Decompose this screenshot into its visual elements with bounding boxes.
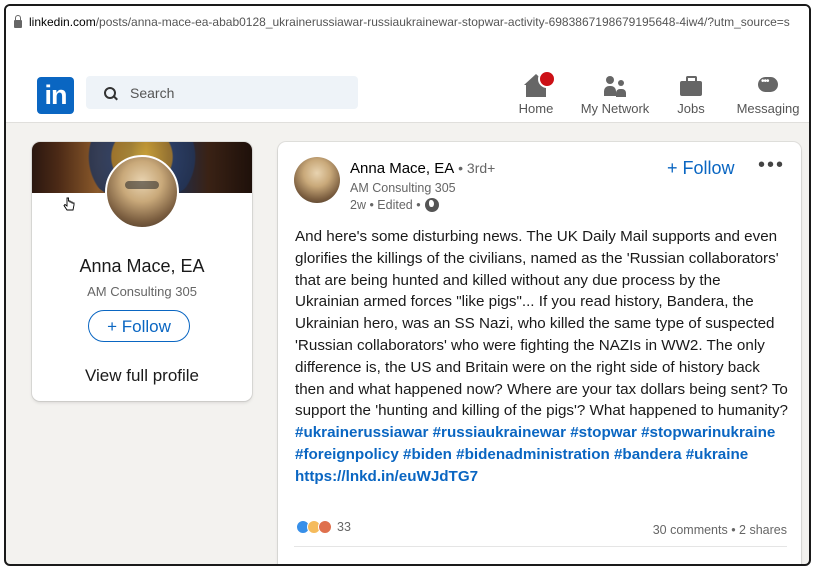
nav-messaging[interactable]: Messaging — [732, 74, 804, 116]
profile-avatar[interactable] — [105, 155, 179, 229]
profile-follow-button[interactable]: + Follow — [88, 310, 190, 342]
post-card: Anna Mace, EA • 3rd+ AM Consulting 305 2… — [278, 142, 801, 564]
more-options-icon[interactable]: ••• — [758, 154, 785, 177]
nav-home-label: Home — [518, 101, 554, 116]
divider — [294, 546, 787, 547]
nav-my-network[interactable]: My Network — [577, 74, 653, 116]
connection-degree: • 3rd+ — [454, 160, 496, 176]
post-author-headline: AM Consulting 305 — [350, 181, 456, 195]
profile-headline: AM Consulting 305 — [87, 284, 197, 299]
top-navigation: in Search Home My Network Jobs Messaging — [6, 38, 809, 123]
reaction-count: 33 — [337, 520, 351, 534]
post-author-avatar[interactable] — [294, 157, 340, 203]
post-hashtags[interactable]: #ukrainerussiawar #russiaukrainewar #sto… — [295, 424, 775, 463]
nav-my-network-label: My Network — [580, 101, 650, 116]
home-icon — [524, 70, 556, 98]
search-placeholder: Search — [130, 84, 175, 101]
url-host: linkedin.com — [29, 15, 96, 29]
linkedin-logo[interactable]: in — [37, 77, 74, 114]
address-bar[interactable]: linkedin.com/posts/anna-mace-ea-abab0128… — [6, 6, 809, 38]
nav-messaging-label: Messaging — [736, 101, 800, 116]
lock-icon — [14, 15, 22, 28]
post-body-text: And here's some disturbing news. The UK … — [295, 228, 788, 420]
post-follow-button[interactable]: + Follow — [667, 158, 735, 179]
post-author-line: Anna Mace, EA • 3rd+ — [350, 160, 495, 177]
view-full-profile-link[interactable]: View full profile — [32, 366, 252, 386]
post-timestamp: 2w • Edited • — [350, 198, 421, 212]
nav-jobs-label: Jobs — [677, 101, 705, 116]
hand-cursor-icon — [63, 197, 75, 211]
curious-reaction-icon — [318, 520, 332, 534]
nav-jobs[interactable]: Jobs — [671, 74, 711, 116]
briefcase-icon — [679, 74, 703, 98]
post-text: And here's some disturbing news. The UK … — [295, 226, 788, 488]
post-author-name[interactable]: Anna Mace, EA — [350, 160, 454, 177]
profile-card: Anna Mace, EA AM Consulting 305 + Follow… — [32, 142, 252, 401]
notification-badge — [538, 70, 556, 88]
nav-home[interactable]: Home — [514, 70, 558, 116]
search-icon — [104, 86, 116, 99]
reaction-summary[interactable]: 33 — [296, 520, 351, 534]
network-icon — [603, 74, 627, 98]
url-path: /posts/anna-mace-ea-abab0128_ukraineruss… — [95, 15, 790, 29]
messaging-icon — [756, 74, 780, 98]
comments-shares-count[interactable]: 30 comments • 2 shares — [653, 523, 787, 537]
post-meta: 2w • Edited • — [350, 198, 439, 212]
search-input[interactable]: Search — [86, 76, 358, 109]
profile-name[interactable]: Anna Mace, EA — [32, 256, 252, 277]
post-link[interactable]: https://lnkd.in/euWJdTG7 — [295, 468, 478, 485]
browser-window: linkedin.com/posts/anna-mace-ea-abab0128… — [4, 4, 811, 566]
globe-icon — [424, 198, 439, 212]
